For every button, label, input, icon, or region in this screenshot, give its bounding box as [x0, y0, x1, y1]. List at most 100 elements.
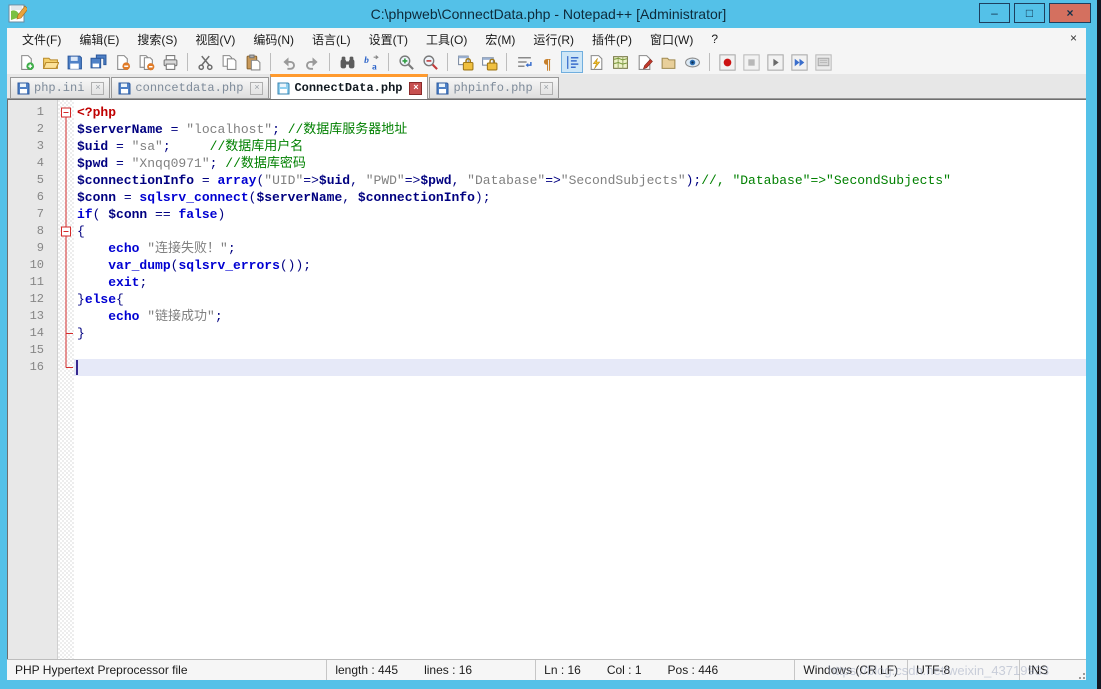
tab-label: conncetdata.php: [135, 81, 243, 95]
menu-item[interactable]: 设置(T): [360, 28, 417, 51]
show-indent-guide-icon[interactable]: [561, 51, 583, 73]
toolbar-separator: [447, 53, 448, 71]
record-macro-icon[interactable]: [716, 51, 738, 73]
menu-item[interactable]: 工具(O): [417, 28, 476, 51]
save-all-icon[interactable]: [87, 51, 109, 73]
undo-icon[interactable]: [277, 51, 299, 73]
toolbar-separator: [329, 53, 330, 71]
user-define-dialog-icon[interactable]: [585, 51, 607, 73]
title-bar: C:\phpweb\ConnectData.php - Notepad++ [A…: [0, 0, 1097, 28]
status-encoding[interactable]: UTF-8: [908, 660, 1020, 680]
tab-close-icon[interactable]: ×: [250, 82, 263, 95]
code-text-area[interactable]: <?php$serverName = "localhost"; //数据库服务器…: [74, 100, 1086, 659]
code-line: <?php: [74, 104, 1086, 121]
close-file-icon[interactable]: [111, 51, 133, 73]
code-line: exit;: [74, 274, 1086, 291]
status-eol-format[interactable]: Windows (CR LF): [795, 660, 908, 680]
code-line: if( $conn == false): [74, 206, 1086, 223]
minimize-button[interactable]: –: [979, 3, 1010, 23]
status-typing-mode[interactable]: INS: [1020, 660, 1086, 680]
new-file-icon[interactable]: [15, 51, 37, 73]
line-number: 11: [8, 274, 57, 291]
replace-icon[interactable]: ba: [360, 51, 382, 73]
text-caret: [76, 360, 78, 375]
tab-conncetdata.php[interactable]: conncetdata.php ×: [111, 77, 269, 98]
code-line: [74, 342, 1086, 359]
tab-close-icon[interactable]: ×: [409, 82, 422, 95]
tab-label: phpinfo.php: [453, 81, 532, 95]
maximize-button[interactable]: □: [1014, 3, 1045, 23]
desktop-background: [1097, 28, 1101, 689]
menu-item[interactable]: 编码(N): [244, 28, 303, 51]
sync-horizontal-scroll-icon[interactable]: [478, 51, 500, 73]
menu-item[interactable]: 宏(M): [476, 28, 524, 51]
svg-text:a: a: [372, 61, 377, 71]
saved-file-icon: [277, 82, 290, 95]
redo-icon[interactable]: [301, 51, 323, 73]
line-number: 15: [8, 342, 57, 359]
toolbar-separator: [506, 53, 507, 71]
code-line: {: [74, 223, 1086, 240]
saved-file-icon: [118, 82, 131, 95]
show-all-characters-icon[interactable]: ¶: [537, 51, 559, 73]
document-map-icon[interactable]: [609, 51, 631, 73]
save-macro-icon[interactable]: [812, 51, 834, 73]
close-document-icon[interactable]: ×: [1070, 31, 1077, 45]
status-doc-type: PHP Hypertext Preprocessor file: [7, 660, 327, 680]
code-line: $uid = "sa"; //数据库用户名: [74, 138, 1086, 155]
status-length: length : 445lines : 16: [327, 660, 536, 680]
tab-phpinfo.php[interactable]: phpinfo.php ×: [429, 77, 558, 98]
close-button[interactable]: ×: [1049, 3, 1091, 23]
open-file-icon[interactable]: [39, 51, 61, 73]
line-number: 14: [8, 325, 57, 342]
folder-as-workspace-icon[interactable]: [657, 51, 679, 73]
save-icon[interactable]: [63, 51, 85, 73]
tab-close-icon[interactable]: ×: [91, 82, 104, 95]
print-icon[interactable]: [159, 51, 181, 73]
sync-vertical-scroll-icon[interactable]: [454, 51, 476, 73]
run-macro-multiple-icon[interactable]: [788, 51, 810, 73]
menu-item[interactable]: 视图(V): [186, 28, 244, 51]
find-icon[interactable]: [336, 51, 358, 73]
line-number: 12: [8, 291, 57, 308]
tab-close-icon[interactable]: ×: [540, 82, 553, 95]
paste-icon[interactable]: [242, 51, 264, 73]
svg-text:¶: ¶: [543, 56, 551, 71]
tab-ConnectData.php[interactable]: ConnectData.php ×: [270, 74, 428, 99]
menu-item[interactable]: 插件(P): [583, 28, 641, 51]
menu-item[interactable]: 搜索(S): [128, 28, 186, 51]
menu-item[interactable]: 语言(L): [303, 28, 360, 51]
zoom-in-icon[interactable]: [395, 51, 417, 73]
code-line: $connectionInfo = array("UID"=>$uid, "PW…: [74, 172, 1086, 189]
status-bar: PHP Hypertext Preprocessor file length :…: [7, 659, 1086, 680]
notepad-plus-plus-icon[interactable]: [8, 4, 27, 23]
tab-label: ConnectData.php: [294, 81, 402, 95]
resize-grip[interactable]: [1074, 668, 1086, 680]
fold-margin[interactable]: [58, 100, 74, 659]
code-line: var_dump(sqlsrv_errors());: [74, 257, 1086, 274]
line-number: 1: [8, 104, 57, 121]
toolbar-separator: [187, 53, 188, 71]
cut-icon[interactable]: [194, 51, 216, 73]
zoom-out-icon[interactable]: [419, 51, 441, 73]
menu-item[interactable]: 编辑(E): [70, 28, 128, 51]
line-number: 8: [8, 223, 57, 240]
menu-item[interactable]: 文件(F): [13, 28, 70, 51]
file-monitoring-icon[interactable]: [681, 51, 703, 73]
stop-macro-icon[interactable]: [740, 51, 762, 73]
close-all-icon[interactable]: [135, 51, 157, 73]
menu-item[interactable]: ?: [702, 29, 727, 49]
menu-item[interactable]: 运行(R): [524, 28, 583, 51]
line-number: 9: [8, 240, 57, 257]
svg-text:b: b: [364, 55, 369, 66]
menu-item[interactable]: 窗口(W): [641, 28, 702, 51]
status-position: Ln : 16Col : 1Pos : 446: [536, 660, 795, 680]
code-line: }else{: [74, 291, 1086, 308]
word-wrap-icon[interactable]: [513, 51, 535, 73]
play-macro-icon[interactable]: [764, 51, 786, 73]
function-list-icon[interactable]: [633, 51, 655, 73]
line-number-gutter: 12345678910111213141516: [8, 100, 58, 659]
code-line: }: [74, 325, 1086, 342]
copy-icon[interactable]: [218, 51, 240, 73]
tab-php.ini[interactable]: php.ini×: [10, 77, 110, 98]
